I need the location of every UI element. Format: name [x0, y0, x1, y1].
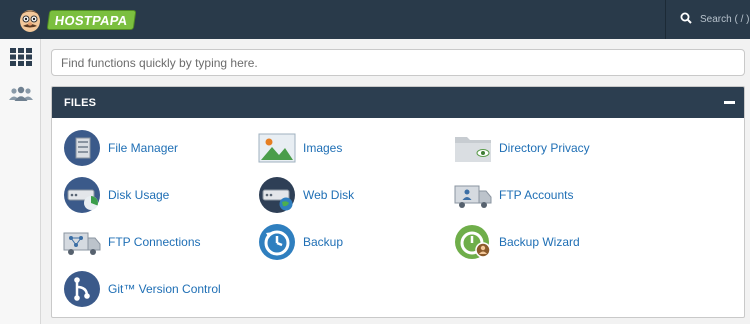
file-manager-icon: [63, 129, 101, 167]
top-bar: HOSTPAPA Search ( / ): [0, 0, 750, 39]
logo-text: HOSTPAPA: [46, 10, 137, 30]
files-panel: FILES File Manager Images Directory Priv…: [51, 86, 745, 318]
hostpapa-logo[interactable]: HOSTPAPA: [14, 4, 137, 36]
file-manager-link[interactable]: File Manager: [63, 129, 178, 167]
backup-wizard-icon: [454, 223, 492, 261]
minus-icon: [723, 100, 735, 104]
users-icon: [9, 86, 33, 107]
ftp-accounts-icon: [454, 176, 492, 214]
ftp-accounts-link[interactable]: FTP Accounts: [454, 176, 573, 214]
ftp-connections-link[interactable]: FTP Connections: [63, 223, 201, 261]
directory-privacy-link[interactable]: Directory Privacy: [454, 129, 590, 167]
directory-privacy-icon: [454, 129, 492, 167]
item-label: FTP Accounts: [499, 188, 574, 202]
ftp-connections-icon: [63, 223, 101, 261]
backup-wizard-link[interactable]: Backup Wizard: [454, 223, 580, 261]
web-disk-link[interactable]: Web Disk: [258, 176, 354, 214]
backup-icon: [258, 223, 296, 261]
panel-title: FILES: [64, 96, 97, 109]
images-link[interactable]: Images: [258, 129, 342, 167]
search-label: Search ( / ): [700, 14, 750, 25]
backup-link[interactable]: Backup: [258, 223, 343, 261]
rail-item-tools[interactable]: [8, 47, 34, 71]
search-icon: [680, 11, 692, 29]
web-disk-icon: [258, 176, 296, 214]
item-label: Web Disk: [303, 188, 355, 202]
git-version-control-link[interactable]: Git™ Version Control: [63, 270, 221, 308]
panel-header[interactable]: FILES: [52, 87, 744, 118]
item-label: Backup Wizard: [499, 235, 580, 249]
rail-item-users[interactable]: [8, 84, 34, 108]
item-label: Disk Usage: [108, 188, 170, 202]
quick-search-input[interactable]: [51, 49, 745, 76]
item-label: Directory Privacy: [499, 141, 590, 155]
disk-usage-link[interactable]: Disk Usage: [63, 176, 169, 214]
left-rail: [0, 39, 41, 324]
git-icon: [63, 270, 101, 308]
disk-usage-icon: [63, 176, 101, 214]
top-search[interactable]: Search ( / ): [666, 0, 750, 39]
item-label: Git™ Version Control: [108, 282, 221, 296]
item-label: FTP Connections: [108, 235, 201, 249]
item-label: Images: [303, 141, 343, 155]
item-label: Backup: [303, 235, 344, 249]
grid-icon: [10, 47, 32, 71]
item-label: File Manager: [108, 141, 179, 155]
images-icon: [258, 129, 296, 167]
collapse-button[interactable]: [722, 95, 736, 109]
mascot-icon: [14, 5, 46, 35]
